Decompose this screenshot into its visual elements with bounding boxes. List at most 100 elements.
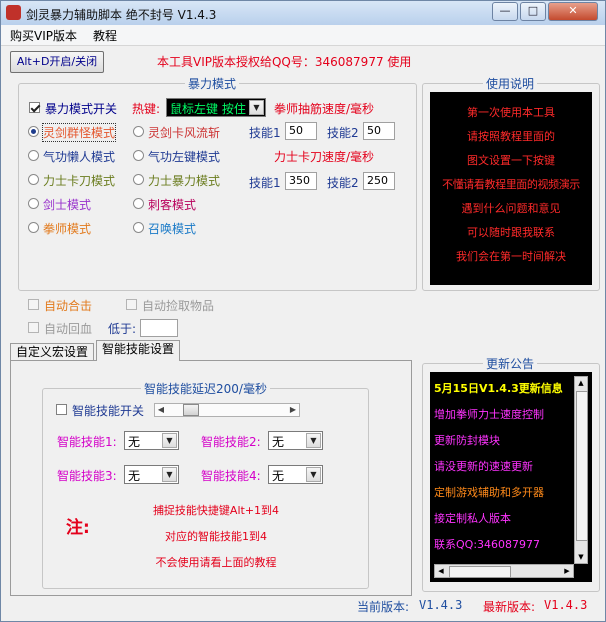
usage-line: 遇到什么问题和意见 [461,202,561,215]
menu-buy-vip[interactable]: 购买VIP版本 [10,27,77,44]
hscroll-thumb[interactable] [449,566,511,578]
smart-skill-label-4: 智能技能4: [201,469,261,483]
usage-line: 可以随时跟我联系 [467,226,555,239]
note-line: 不会使用请看上面的教程 [155,556,277,569]
violence-group-title: 暴力模式 [185,75,240,92]
chevron-left-icon: ◀ [157,405,165,414]
quanshi-skill2-label: 技能2 [327,126,359,140]
smart-skill-select-4[interactable]: 无 ▼ [268,465,323,484]
announce-vscrollbar[interactable]: ▲ ▼ [574,376,588,564]
auto-combine-checkbox[interactable] [28,299,39,310]
smart-skill-label-3: 智能技能3: [57,469,117,483]
mode-radio-4[interactable] [133,150,144,161]
lishi-skill1-input[interactable]: 350 [285,172,317,190]
violence-switch-checkbox[interactable] [29,102,40,113]
tab-smart-skill[interactable]: 智能技能设置 [96,340,180,361]
announce-line: 定制游戏辅助和多开器 [434,486,544,499]
announce-hscrollbar[interactable]: ◀ ▶ [434,564,574,578]
mode-radio-10[interactable] [133,222,144,233]
chevron-down-icon: ▼ [306,467,321,482]
quanshi-speed-label: 拳师抽筋速度/毫秒 [274,102,375,116]
note-line: 捕捉技能快捷键Alt+1到4 [152,504,280,517]
mode-radio-6[interactable] [133,174,144,185]
mode-label-5: 力士卡刀模式 [43,174,116,188]
announce-line: 5月15日V1.4.3更新信息 [434,382,563,395]
announce-text: 5月15日V1.4.3更新信息 增加拳师力士速度控制 更新防封模块 请没更新的速… [434,376,573,564]
chevron-right-icon[interactable]: ▶ [561,565,573,577]
latest-version: V1.4.3 [544,598,588,612]
toggle-button[interactable]: Alt+D开启/关闭 [10,51,104,73]
announce-group-title: 更新公告 [483,355,538,372]
title-bar[interactable]: 剑灵暴力辅助脚本 绝不封号 V1.4.3 — □ ✕ [1,1,605,25]
usage-line: 第一次使用本工具 [467,106,555,119]
smart-skill-select-3[interactable]: 无 ▼ [124,465,179,484]
announce-line: 联系QQ:346087977 [434,538,541,551]
smart-switch-checkbox[interactable] [56,404,67,415]
mode-radio-9[interactable] [28,222,39,233]
chevron-down-icon: ▼ [306,433,321,448]
close-button[interactable]: ✕ [548,2,598,21]
lishi-skill2-label: 技能2 [327,176,359,190]
auto-heal-checkbox[interactable] [28,322,39,333]
app-icon [6,5,21,20]
smart-skill-label-2: 智能技能2: [201,435,261,449]
quanshi-skill1-input[interactable]: 50 [285,122,317,140]
note-label: 注: [66,518,90,538]
violence-switch-label: 暴力模式开关 [45,102,118,116]
close-icon: ✕ [568,4,578,17]
mode-radio-3[interactable] [28,150,39,161]
mode-label-3: 气功懒人模式 [43,150,116,164]
minimize-icon: — [499,4,511,17]
auto-combine-label: 自动合击 [44,299,93,313]
mode-radio-2[interactable] [133,126,144,137]
chevron-down-icon: ▼ [162,467,177,482]
quanshi-skill2-input[interactable]: 50 [363,122,395,140]
mode-label-6: 力士暴力模式 [148,174,221,188]
chevron-down-icon: ▼ [249,100,264,115]
mode-radio-7[interactable] [28,198,39,209]
slider-thumb[interactable] [183,404,199,416]
mode-radio-8[interactable] [133,198,144,209]
smart-skill-group-title: 智能技能延迟200/毫秒 [141,380,270,397]
menu-tutorial[interactable]: 教程 [93,27,117,44]
smart-delay-slider[interactable]: ◀ ▶ [154,403,300,417]
smart-skill-select-2[interactable]: 无 ▼ [268,431,323,450]
auto-pickup-checkbox[interactable] [126,299,137,310]
announce-line: 增加拳师力士速度控制 [434,408,544,421]
vip-notice: 本工具VIP版本授权给QQ号：346087977 使用 [157,55,412,69]
hotkey-select[interactable]: 鼠标左键 按住 ▼ [166,98,266,117]
announce-line: 接定制私人版本 [434,512,511,525]
mode-label-8: 刺客模式 [148,198,197,212]
smart-skill-select-1[interactable]: 无 ▼ [124,431,179,450]
below-label: 低于: [108,322,137,336]
app-window: 剑灵暴力辅助脚本 绝不封号 V1.4.3 — □ ✕ 购买VIP版本 教程 Al… [0,0,606,622]
chevron-left-icon[interactable]: ◀ [435,565,447,577]
chevron-down-icon[interactable]: ▼ [575,551,587,563]
chevron-right-icon: ▶ [289,405,297,414]
lishi-skill1-label: 技能1 [249,176,281,190]
mode-radio-5[interactable] [28,174,39,185]
chevron-up-icon[interactable]: ▲ [575,377,587,389]
announce-panel: 5月15日V1.4.3更新信息 增加拳师力士速度控制 更新防封模块 请没更新的速… [430,372,592,582]
note-line: 对应的智能技能1到4 [165,530,267,543]
lishi-skill2-input[interactable]: 250 [363,172,395,190]
mode-label-9: 拳师模式 [43,222,92,236]
mode-radio-1[interactable] [28,126,39,137]
below-input[interactable] [140,319,178,337]
mode-label-4: 气功左键模式 [148,150,221,164]
current-version-label: 当前版本: [357,600,410,614]
menu-bar: 购买VIP版本 教程 [1,25,605,46]
usage-line: 图文设置一下按键 [467,154,555,167]
mode-label-2: 灵剑卡风流斩 [148,126,221,140]
smart-switch-label: 智能技能开关 [72,404,145,418]
minimize-button[interactable]: — [492,2,518,21]
announce-line: 更新防封模块 [434,434,500,447]
usage-line: 不懂请看教程里面的视频演示 [442,178,580,191]
chevron-down-icon: ▼ [162,433,177,448]
maximize-button[interactable]: □ [520,2,546,21]
maximize-icon: □ [527,4,539,17]
tab-custom-macro[interactable]: 自定义宏设置 [10,343,94,361]
usage-line: 我们会在第一时间解决 [456,250,566,263]
vscroll-thumb[interactable] [576,391,588,541]
quanshi-skill1-label: 技能1 [249,126,281,140]
